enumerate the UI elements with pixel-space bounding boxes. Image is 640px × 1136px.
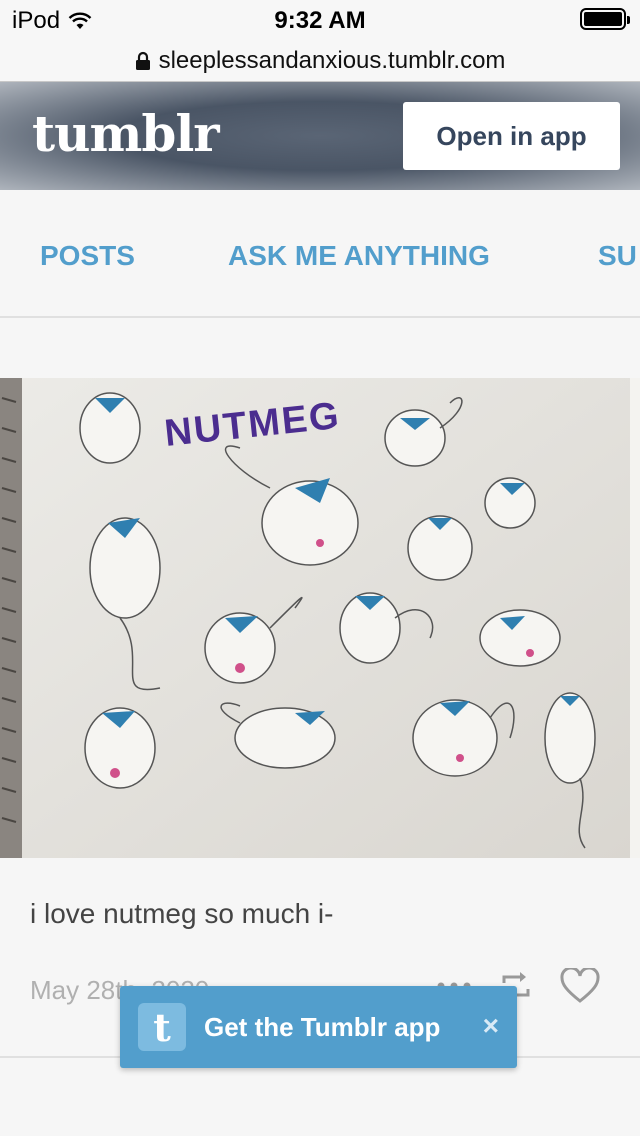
tumblr-app-icon: t — [138, 1003, 186, 1051]
close-icon[interactable]: × — [483, 1010, 499, 1042]
nav-item-ask[interactable]: ASK ME ANYTHING — [228, 240, 490, 272]
blog-nav: POSTS ASK ME ANYTHING SU — [0, 190, 640, 318]
heart-icon[interactable] — [560, 968, 600, 1004]
url-bar[interactable]: sleeplessandanxious.tumblr.com — [0, 40, 640, 82]
tumblr-logo[interactable]: tumblr — [32, 104, 220, 163]
get-app-banner[interactable]: t Get the Tumblr app × — [120, 986, 517, 1068]
nav-item-posts[interactable]: POSTS — [40, 240, 135, 272]
page: iPod 9:32 AM sleeplessandanxious.tumblr.… — [0, 0, 640, 1136]
get-app-label: Get the Tumblr app — [204, 1011, 441, 1042]
battery-icon — [580, 8, 630, 30]
status-time: 9:32 AM — [274, 7, 366, 34]
status-bar: iPod 9:32 AM — [0, 0, 640, 40]
post-caption: i love nutmeg so much i- — [30, 898, 334, 929]
blog-header: tumblr Open in app — [0, 82, 640, 190]
url-domain: sleeplessandanxious.tumblr.com — [158, 46, 506, 74]
open-in-app-button[interactable]: Open in app — [403, 102, 620, 170]
post-image[interactable]: NUTMEG — [0, 378, 640, 858]
lock-icon — [135, 51, 150, 70]
nutmeg-drawing: NUTMEG — [0, 378, 640, 858]
nav-item-submit[interactable]: SU — [598, 240, 637, 272]
